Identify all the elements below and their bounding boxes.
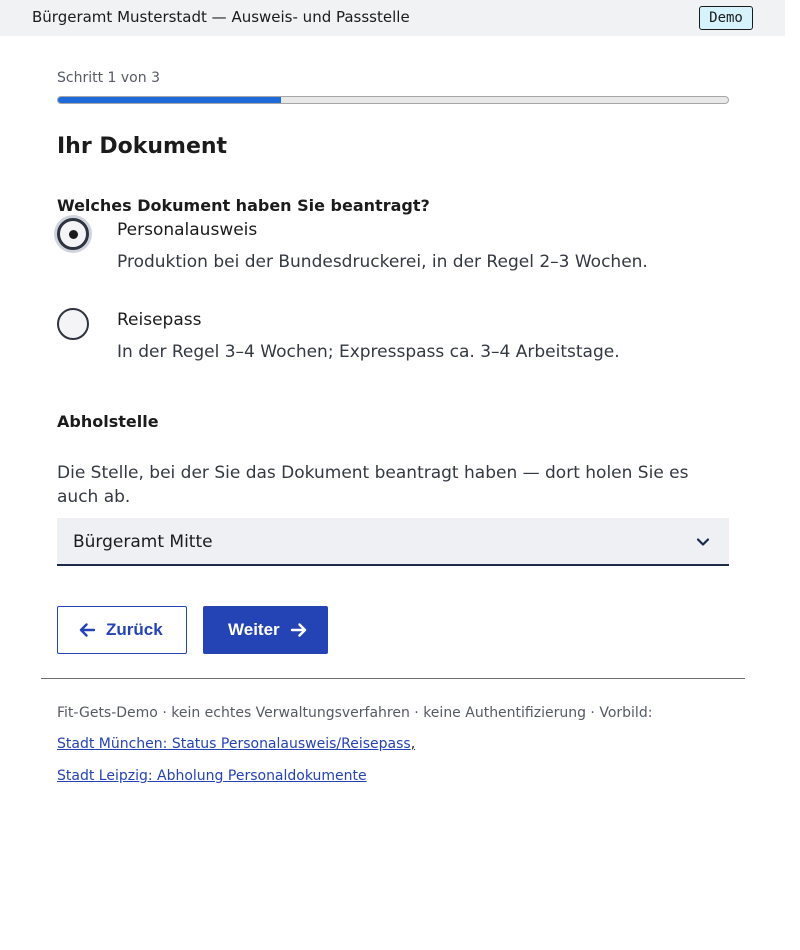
chevron-down-icon	[696, 538, 710, 546]
footer-text: Fit-Gets-Demo · kein echtes Verwaltungsv…	[57, 705, 653, 721]
footer-link-line-2: Stadt Leipzig: Abholung Personaldokument…	[57, 768, 367, 784]
footer-comma: ,	[410, 736, 416, 752]
arrow-right-icon	[290, 623, 306, 637]
step-indicator: Schritt 1 von 3	[57, 70, 160, 86]
radio-dot-icon	[69, 230, 78, 239]
next-button[interactable]: Weiter	[203, 606, 328, 654]
site-title: Bürgeramt Musterstadt — Ausweis- und Pas…	[32, 8, 410, 26]
page-title: Ihr Dokument	[57, 134, 228, 159]
radio-hint: Produktion bei der Bundesdruckerei, in d…	[117, 252, 648, 272]
radio-label[interactable]: Reisepass	[117, 310, 201, 330]
radio-hint: In der Regel 3–4 Wochen; Expresspass ca.…	[117, 342, 620, 362]
radio-label[interactable]: Personalausweis	[117, 220, 257, 240]
footer-link-leipzig[interactable]: Stadt Leipzig: Abholung Personaldokument…	[57, 768, 367, 784]
footer-link-muenchen[interactable]: Stadt München: Status Personalausweis/Re…	[57, 736, 411, 752]
footer-divider	[41, 678, 745, 679]
back-button[interactable]: Zurück	[57, 606, 187, 654]
top-bar: Bürgeramt Musterstadt — Ausweis- und Pas…	[0, 0, 785, 36]
arrow-left-icon	[79, 623, 96, 637]
pickup-hint: Die Stelle, bei der Sie das Dokument bea…	[57, 463, 689, 507]
back-button-label: Zurück	[106, 620, 163, 639]
pickup-location-select[interactable]: Bürgeramt Mitte	[57, 518, 729, 566]
demo-badge: Demo	[699, 6, 753, 30]
radio-button[interactable]	[57, 308, 89, 340]
progress-bar	[57, 96, 729, 104]
pickup-label: Abholstelle	[57, 412, 159, 431]
progress-fill	[58, 97, 282, 103]
select-value: Bürgeramt Mitte	[73, 532, 213, 552]
footer-link-line-1: Stadt München: Status Personalausweis/Re…	[57, 736, 415, 752]
next-button-label: Weiter	[228, 620, 280, 639]
document-question-legend: Welches Dokument haben Sie beantragt?	[57, 196, 430, 215]
radio-button-checked[interactable]	[57, 218, 89, 250]
